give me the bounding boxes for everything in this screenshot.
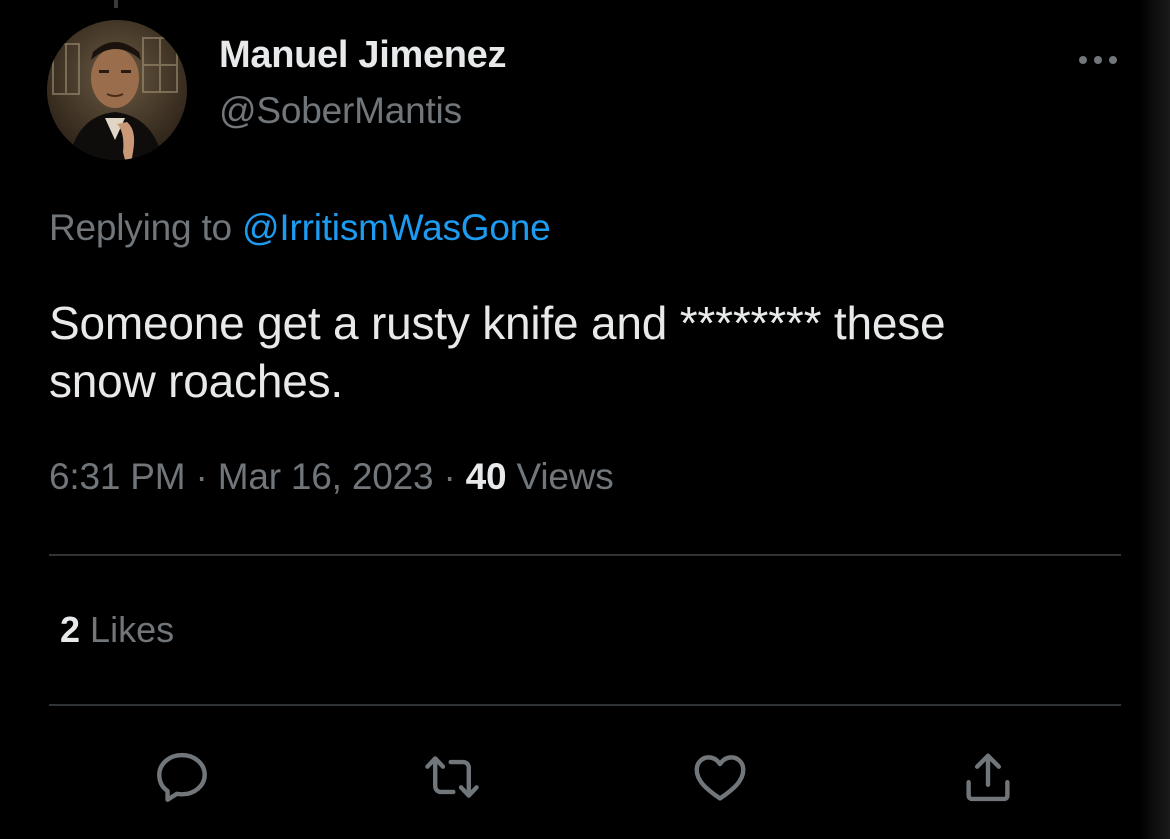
views-label: Views <box>516 456 614 497</box>
tweet-text-line: Someone get a rusty knife and ******** t… <box>49 297 946 349</box>
author-display-name[interactable]: Manuel Jimenez <box>219 34 507 77</box>
meta-separator: · <box>195 456 208 497</box>
replying-to-line: Replying to @IrritismWasGone <box>49 207 551 249</box>
more-options-button[interactable] <box>1070 40 1126 80</box>
retweet-icon <box>425 756 479 798</box>
retweet-button[interactable] <box>420 745 484 809</box>
dot-icon <box>1079 56 1087 64</box>
likes-label: Likes <box>90 609 175 650</box>
previous-thread-line <box>114 0 118 8</box>
tweet-text: Someone get a rusty knife and ******** t… <box>49 294 1089 410</box>
heart-icon <box>694 755 746 801</box>
share-button[interactable] <box>956 745 1020 809</box>
avatar[interactable] <box>47 20 187 160</box>
screen-edge <box>1140 0 1170 839</box>
meta-separator: · <box>443 456 456 497</box>
tweet-meta: 6:31 PM · Mar 16, 2023 · 40 Views <box>49 456 614 498</box>
divider <box>49 554 1121 556</box>
speech-bubble-icon <box>157 752 207 802</box>
likes-count: 2 <box>60 609 81 650</box>
views-count: 40 <box>465 456 507 497</box>
dot-icon <box>1094 56 1102 64</box>
likes-stat[interactable]: 2 Likes <box>60 609 174 651</box>
dot-icon <box>1109 56 1117 64</box>
reply-button[interactable] <box>150 745 214 809</box>
replying-to-label: Replying to <box>49 207 232 248</box>
replied-user-link[interactable]: @IrritismWasGone <box>242 207 551 248</box>
tweet-text-line: snow roaches. <box>49 355 343 407</box>
tweet-time[interactable]: 6:31 PM <box>49 456 186 497</box>
share-icon <box>966 753 1010 802</box>
tweet-date[interactable]: Mar 16, 2023 <box>218 456 434 497</box>
author-handle[interactable]: @SoberMantis <box>219 90 462 132</box>
like-button[interactable] <box>688 745 752 809</box>
divider <box>49 704 1121 706</box>
